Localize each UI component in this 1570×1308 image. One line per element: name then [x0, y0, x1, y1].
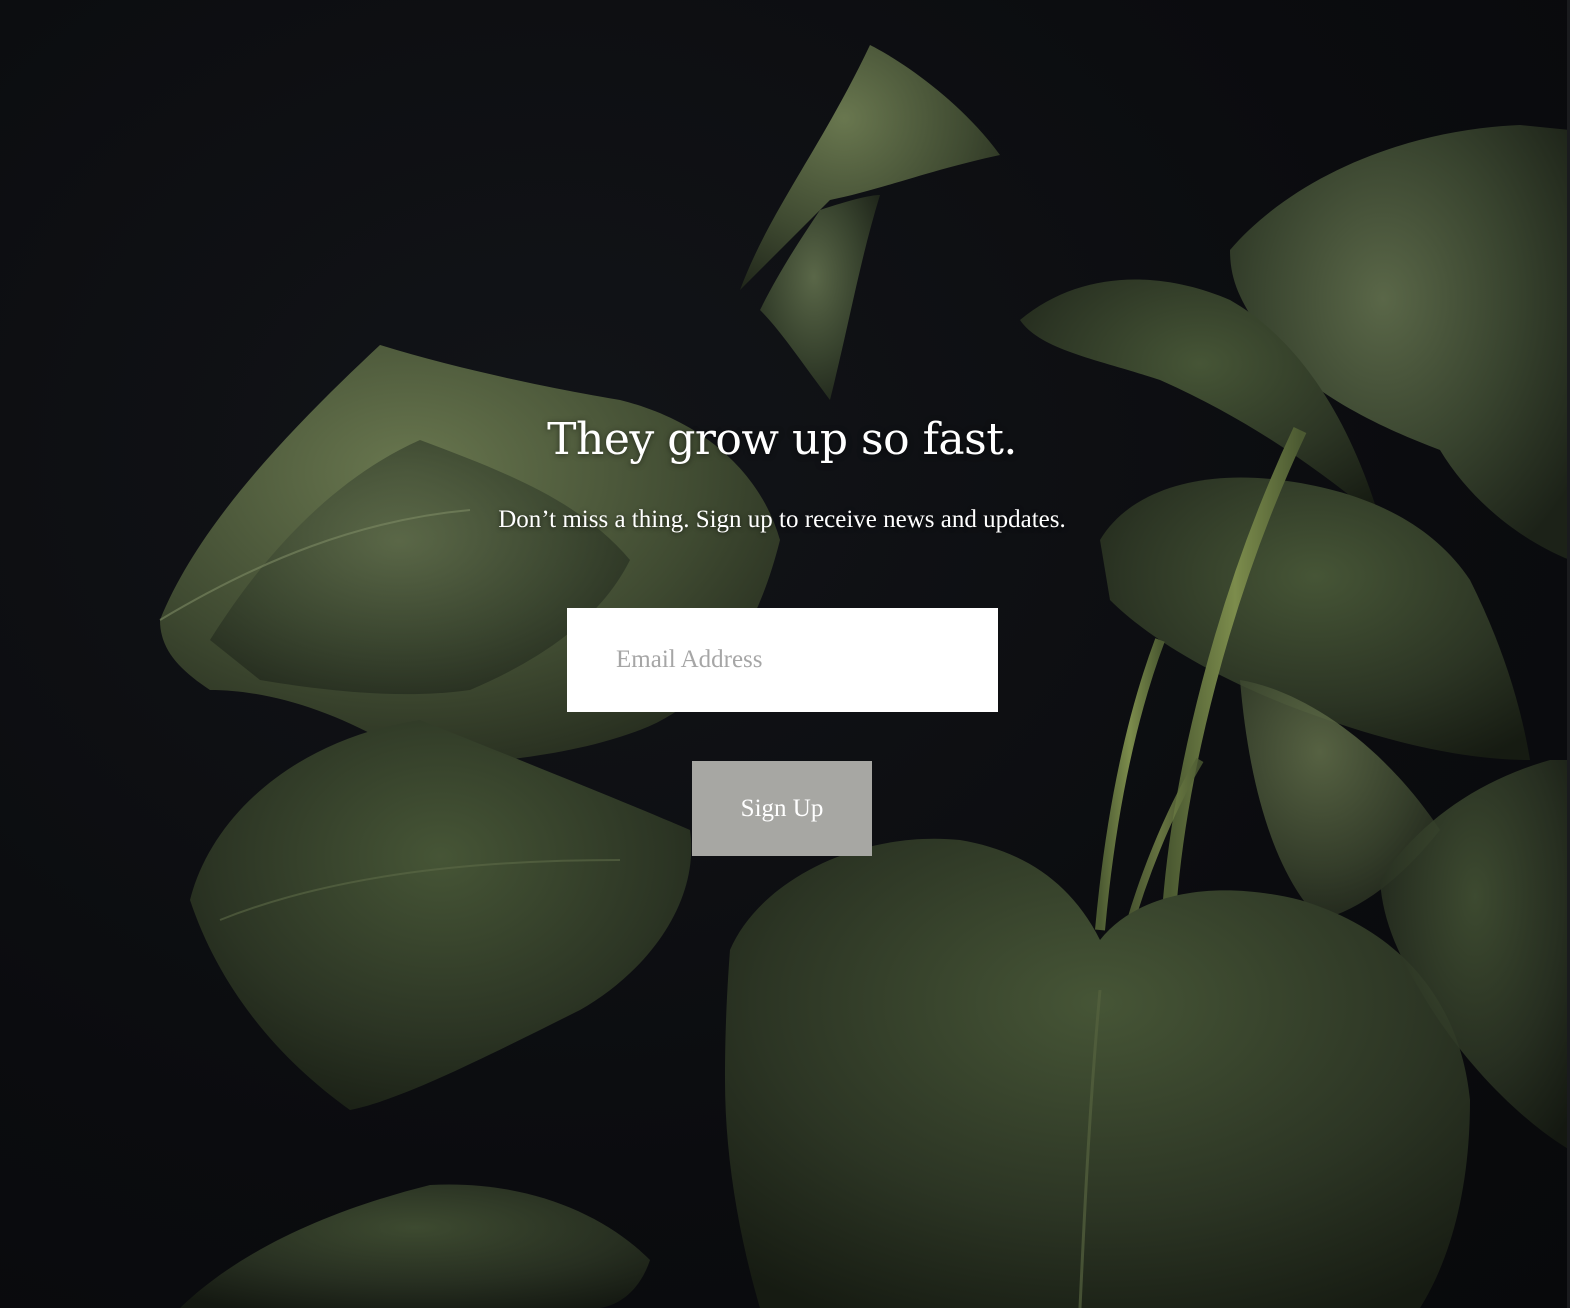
sign-up-button[interactable]: Sign Up — [692, 761, 872, 856]
email-field[interactable] — [567, 608, 998, 712]
newsletter-signup-form: They grow up so fast. Don’t miss a thing… — [0, 0, 1570, 1308]
headline: They grow up so fast. — [547, 414, 1017, 465]
signup-page: They grow up so fast. Don’t miss a thing… — [0, 0, 1570, 1308]
subheadline: Don’t miss a thing. Sign up to receive n… — [498, 506, 1066, 533]
